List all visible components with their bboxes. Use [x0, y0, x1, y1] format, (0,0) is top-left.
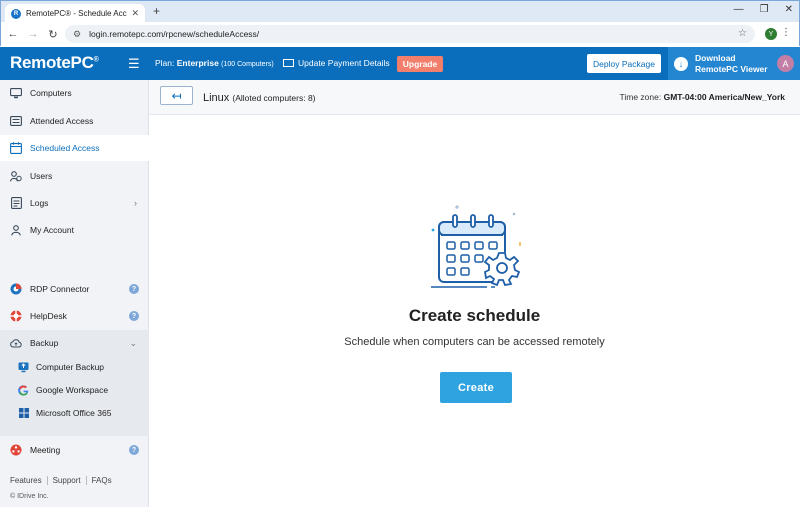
browser-profile-avatar[interactable]: Y: [765, 28, 777, 40]
plan-info: Plan: Enterprise (100 Computers): [155, 58, 274, 68]
remotepc-logo[interactable]: RemotePC®: [10, 53, 99, 73]
tab-title: RemotePC® - Schedule Access: [26, 9, 127, 18]
users-icon: [10, 170, 22, 182]
calendar-icon: [10, 142, 22, 154]
google-icon: [18, 384, 29, 396]
chevron-right-icon: ›: [134, 198, 137, 208]
credit-card-icon: [283, 59, 294, 67]
site-info-icon[interactable]: ⚙: [73, 29, 81, 40]
page-title: Linux (Alloted computers: 8): [203, 92, 316, 104]
user-avatar[interactable]: A: [777, 55, 794, 72]
sidebar-item-scheduled-access[interactable]: Scheduled Access: [0, 135, 149, 161]
calendar-gear-icon: [431, 205, 521, 288]
copyright: © IDrive Inc.: [10, 493, 49, 500]
footer-link-faqs[interactable]: FAQs: [85, 476, 117, 485]
timezone-display: Time zone: GMT-04:00 America/New_York: [619, 92, 785, 102]
browser-menu-icon[interactable]: ⋮: [781, 27, 791, 38]
sidebar-item-users[interactable]: Users: [0, 163, 149, 189]
sidebar: Computers Attended Access Scheduled Acce…: [0, 80, 149, 507]
empty-state-title: Create schedule: [408, 306, 541, 325]
empty-state-subtitle: Schedule when computers can be accessed …: [344, 336, 605, 348]
download-icon: ↓: [674, 56, 688, 71]
page-subheader: ↤ Linux (Alloted computers: 8) Time zone…: [149, 80, 800, 115]
chevron-down-icon[interactable]: ⌄: [129, 338, 137, 349]
back-arrow-icon: ↤: [171, 88, 182, 103]
sidebar-item-backup[interactable]: Backup ⌄: [0, 330, 149, 356]
meeting-icon: [10, 444, 22, 456]
update-payment-link[interactable]: Update Payment Details: [283, 58, 390, 68]
sidebar-item-my-account[interactable]: My Account: [0, 217, 149, 243]
window-controls: — ❐ ✕: [734, 4, 793, 15]
back-arrow-icon[interactable]: ←: [3, 28, 23, 40]
rdp-icon: [10, 283, 22, 295]
sidebar-item-computers[interactable]: Computers: [0, 80, 149, 106]
hamburger-menu-icon[interactable]: ☰: [128, 56, 140, 72]
footer-links: Features Support FAQs: [10, 476, 117, 485]
keyboard-icon: [10, 115, 22, 127]
tab-close-icon[interactable]: ✕: [131, 8, 139, 19]
windows-icon: [18, 408, 29, 419]
person-icon: [10, 224, 22, 236]
main-content: ↤ Linux (Alloted computers: 8) Time zone…: [149, 80, 800, 507]
help-icon[interactable]: ?: [129, 311, 139, 321]
browser-toolbar: ← → ↻ ⚙ login.remotepc.com/rpcnew/schedu…: [0, 22, 800, 46]
backup-group: Backup ⌄ Computer Backup Google Workspac…: [0, 330, 149, 436]
new-tab-icon[interactable]: +: [153, 4, 160, 18]
upgrade-button[interactable]: Upgrade: [397, 56, 443, 72]
computer-backup-icon: [18, 362, 29, 373]
cloud-icon: [10, 337, 22, 349]
app-header: RemotePC® ☰ Plan: Enterprise (100 Comput…: [0, 47, 800, 80]
create-schedule-button[interactable]: Create: [440, 372, 512, 403]
lifebuoy-icon: [10, 310, 22, 322]
sidebar-item-helpdesk[interactable]: HelpDesk ?: [0, 303, 149, 329]
sidebar-item-rdp-connector[interactable]: RDP Connector ?: [0, 276, 149, 302]
sidebar-item-meeting[interactable]: Meeting ?: [0, 437, 149, 463]
deploy-package-button[interactable]: Deploy Package: [587, 54, 661, 73]
backup-item-google-workspace[interactable]: Google Workspace: [0, 379, 149, 401]
backup-item-office-365[interactable]: Microsoft Office 365: [0, 402, 149, 424]
logs-icon: [10, 197, 22, 209]
back-button[interactable]: ↤: [160, 86, 193, 105]
browser-tab[interactable]: R RemotePC® - Schedule Access ✕: [5, 4, 145, 23]
remotepc-favicon-icon: R: [11, 8, 21, 19]
monitor-icon: [10, 87, 22, 99]
bookmark-star-icon[interactable]: ☆: [738, 28, 747, 39]
address-bar[interactable]: ⚙ login.remotepc.com/rpcnew/scheduleAcce…: [65, 25, 755, 43]
reload-icon[interactable]: ↻: [43, 28, 63, 41]
footer-link-support[interactable]: Support: [46, 476, 86, 485]
sidebar-item-logs[interactable]: Logs ›: [0, 190, 149, 216]
sidebar-item-attended-access[interactable]: Attended Access: [0, 108, 149, 134]
help-icon[interactable]: ?: [129, 445, 139, 455]
url-text: login.remotepc.com/rpcnew/scheduleAccess…: [89, 29, 260, 39]
help-icon[interactable]: ?: [129, 284, 139, 294]
window-close-icon[interactable]: ✕: [785, 4, 793, 15]
forward-arrow-icon[interactable]: →: [23, 28, 43, 40]
browser-tabstrip: R RemotePC® - Schedule Access ✕ + — ❐ ✕: [0, 0, 800, 23]
restore-icon[interactable]: ❐: [760, 4, 769, 15]
minimize-icon[interactable]: —: [734, 4, 744, 15]
backup-item-computer-backup[interactable]: Computer Backup: [0, 356, 149, 378]
footer-link-features[interactable]: Features: [10, 476, 47, 485]
